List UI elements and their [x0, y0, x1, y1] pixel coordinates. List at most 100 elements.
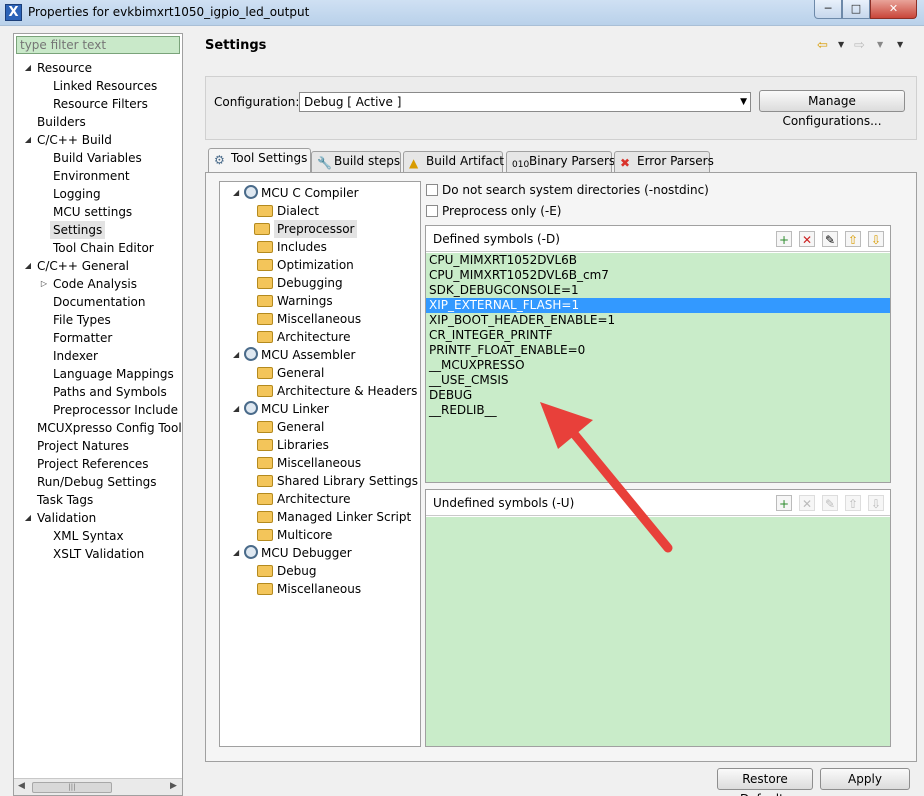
nav-item[interactable]: Resource Filters [53, 95, 148, 113]
manage-configurations-button[interactable]: Manage Configurations... [759, 90, 905, 128]
tool-tree-group[interactable]: ◢ MCU Linker [233, 400, 329, 418]
tool-tree-group[interactable]: ◢ MCU Assembler [233, 346, 355, 364]
tool-tree-item[interactable]: Preprocessor [254, 220, 358, 238]
tree-expanded-icon[interactable]: ◢ [233, 544, 239, 562]
nav-item[interactable]: Run/Debug Settings [37, 473, 157, 491]
tab-build-steps[interactable]: 🔧 Build steps [311, 151, 401, 172]
nav-item[interactable]: Task Tags [37, 491, 93, 509]
preprocess-only-checkbox[interactable]: Preprocess only (-E) [426, 203, 561, 219]
list-item[interactable]: DEBUG [426, 388, 890, 403]
nav-item[interactable]: Tool Chain Editor [53, 239, 154, 257]
nav-item[interactable]: Settings [50, 221, 106, 239]
add-icon[interactable]: + [776, 495, 792, 511]
list-item[interactable]: PRINTF_FLOAT_ENABLE=0 [426, 343, 890, 358]
tool-tree-item[interactable]: Libraries [257, 436, 329, 454]
list-item[interactable]: CR_INTEGER_PRINTF [426, 328, 890, 343]
tool-tree-item[interactable]: Debug [257, 562, 316, 580]
defined-symbols-list[interactable]: CPU_MIMXRT1052DVL6B CPU_MIMXRT1052DVL6B_c… [426, 253, 890, 482]
scroll-left-icon[interactable]: ◀ [18, 781, 25, 791]
edit-icon[interactable]: ✎ [822, 495, 838, 511]
scroll-thumb[interactable]: ||| [32, 782, 112, 793]
close-button[interactable]: ✕ [870, 0, 917, 19]
nav-item[interactable]: Environment [53, 167, 130, 185]
nav-item[interactable]: ◢ C/C++ General [25, 257, 129, 275]
list-item[interactable]: XIP_EXTERNAL_FLASH=1 [426, 298, 890, 313]
list-item[interactable]: SDK_DEBUGCONSOLE=1 [426, 283, 890, 298]
add-icon[interactable]: + [776, 231, 792, 247]
tree-expanded-icon[interactable]: ◢ [23, 59, 33, 77]
move-up-icon[interactable]: ⇧ [845, 231, 861, 247]
tool-tree-item[interactable]: Miscellaneous [257, 454, 361, 472]
list-item[interactable]: CPU_MIMXRT1052DVL6B [426, 253, 890, 268]
nav-item[interactable]: Logging [53, 185, 101, 203]
undefined-symbols-list[interactable] [426, 517, 890, 746]
nav-item[interactable]: ◢ Resource [25, 59, 92, 77]
nav-item[interactable]: ◢ C/C++ Build [25, 131, 112, 149]
tree-expanded-icon[interactable]: ◢ [23, 257, 33, 275]
tool-tree-item[interactable]: General [257, 364, 324, 382]
nav-item[interactable]: Language Mappings [53, 365, 174, 383]
list-item[interactable]: __MCUXPRESSO [426, 358, 890, 373]
delete-icon[interactable]: ✕ [799, 231, 815, 247]
nav-item[interactable]: ◢ Validation [25, 509, 96, 527]
tool-tree-group[interactable]: ◢ MCU C Compiler [233, 184, 359, 202]
tool-tree-item[interactable]: Multicore [257, 526, 332, 544]
tool-tree-item[interactable]: Debugging [257, 274, 343, 292]
move-down-icon[interactable]: ⇩ [868, 495, 884, 511]
tool-tree-item[interactable]: Architecture & Headers [257, 382, 417, 400]
nav-item[interactable]: Indexer [53, 347, 98, 365]
configuration-select[interactable]: Debug [ Active ] ▼ [299, 92, 751, 112]
tool-tree-item[interactable]: Includes [257, 238, 327, 256]
restore-defaults-button[interactable]: Restore Defaults [717, 768, 813, 796]
nav-item[interactable]: Preprocessor Include Pat [53, 401, 182, 419]
forward-arrow-icon[interactable]: ⇨ [854, 38, 865, 53]
nav-item[interactable]: Paths and Symbols [53, 383, 167, 401]
tool-tree-item[interactable]: General [257, 418, 324, 436]
tab-error-parsers[interactable]: ✖ Error Parsers [614, 151, 714, 172]
delete-icon[interactable]: ✕ [799, 495, 815, 511]
tab-binary-parsers[interactable]: 010 Binary Parsers [506, 151, 615, 172]
edit-icon[interactable]: ✎ [822, 231, 838, 247]
apply-button[interactable]: Apply [820, 768, 910, 790]
nostdinc-checkbox[interactable]: Do not search system directories (-nostd… [426, 182, 709, 198]
tree-expanded-icon[interactable]: ◢ [23, 509, 33, 527]
nav-item[interactable]: XSLT Validation [53, 545, 144, 563]
filter-input[interactable] [16, 36, 180, 54]
nav-item[interactable]: Project References [37, 455, 149, 473]
tool-tree-item[interactable]: Optimization [257, 256, 354, 274]
tool-tree-item[interactable]: Miscellaneous [257, 310, 361, 328]
nav-item[interactable]: Project Natures [37, 437, 129, 455]
tool-tree-item[interactable]: Architecture [257, 328, 350, 346]
nav-item[interactable]: File Types [53, 311, 111, 329]
nav-item[interactable]: XML Syntax [53, 527, 124, 545]
tree-expanded-icon[interactable]: ◢ [233, 346, 239, 364]
back-arrow-icon[interactable]: ⇦ [817, 38, 828, 53]
tab-build-artifact[interactable]: ▲ Build Artifact [403, 151, 504, 172]
nav-item[interactable]: Linked Resources [53, 77, 157, 95]
tool-tree-item[interactable]: Architecture [257, 490, 350, 508]
tree-collapsed-icon[interactable]: ▷ [39, 275, 49, 293]
checkbox-box[interactable] [426, 205, 438, 217]
list-item[interactable]: __REDLIB__ [426, 403, 890, 418]
move-up-icon[interactable]: ⇧ [845, 495, 861, 511]
tool-tree-item[interactable]: Miscellaneous [257, 580, 361, 598]
horizontal-scrollbar[interactable]: ◀ ||| ▶ [14, 778, 182, 795]
view-menu-icon[interactable]: ▼ [897, 40, 903, 49]
forward-menu-chevron-icon[interactable]: ▼ [877, 40, 883, 49]
maximize-button[interactable]: □ [842, 0, 870, 19]
list-item[interactable]: XIP_BOOT_HEADER_ENABLE=1 [426, 313, 890, 328]
tree-expanded-icon[interactable]: ◢ [233, 184, 239, 202]
checkbox-box[interactable] [426, 184, 438, 196]
minimize-button[interactable]: ─ [814, 0, 842, 19]
tab-tool-settings[interactable]: ⚙ Tool Settings [208, 148, 311, 172]
nav-item[interactable]: Builders [37, 113, 86, 131]
nav-item[interactable]: MCU settings [53, 203, 132, 221]
back-menu-chevron-icon[interactable]: ▼ [838, 40, 844, 49]
tool-tree-item[interactable]: Managed Linker Script [257, 508, 411, 526]
list-item[interactable]: CPU_MIMXRT1052DVL6B_cm7 [426, 268, 890, 283]
tool-tree-item[interactable]: Dialect [257, 202, 319, 220]
tool-tree-item[interactable]: Shared Library Settings [257, 472, 418, 490]
move-down-icon[interactable]: ⇩ [868, 231, 884, 247]
tree-expanded-icon[interactable]: ◢ [23, 131, 33, 149]
nav-item[interactable]: MCUXpresso Config Tools [37, 419, 182, 437]
